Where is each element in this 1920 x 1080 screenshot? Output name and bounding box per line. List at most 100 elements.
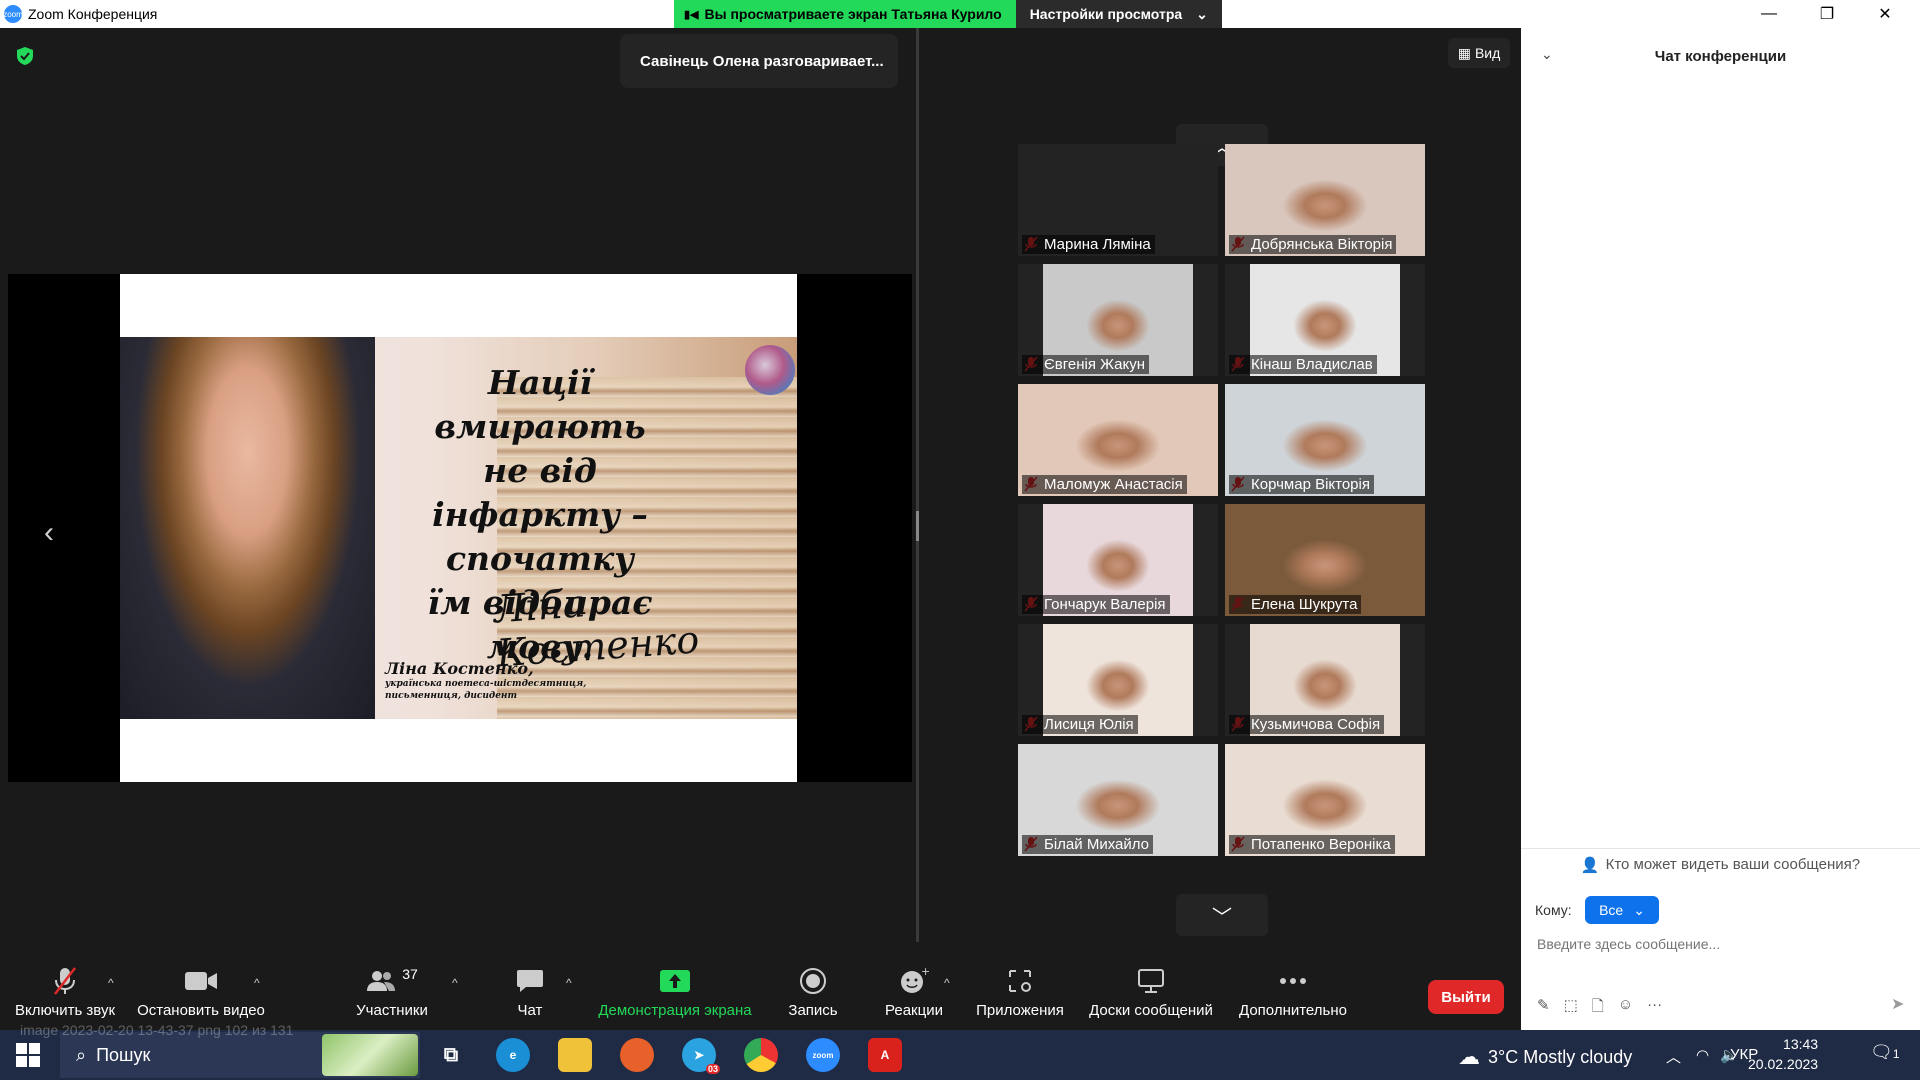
- chat-panel: Чат конференции ⌄ 👤 Кто может видеть ваш…: [1521, 28, 1920, 1030]
- tray-overflow-icon[interactable]: ︿: [1666, 1046, 1681, 1067]
- splitter-grip[interactable]: [916, 511, 919, 541]
- participant-name: Білай Михайло: [1022, 835, 1154, 854]
- participant-name: Гончарук Валерія: [1022, 595, 1170, 614]
- file-icon[interactable]: 🗋: [1592, 996, 1604, 1021]
- chat-bubble-icon: [517, 970, 543, 992]
- participant-name: Потапенко Вероніка: [1229, 835, 1395, 854]
- recipient-select[interactable]: Все ⌄: [1585, 896, 1659, 924]
- participant-name: Кузьмичова Софія: [1229, 715, 1385, 734]
- acrobat-icon[interactable]: A: [868, 1038, 902, 1072]
- share-screen-button[interactable]: Демонстрация экрана: [594, 966, 756, 1019]
- participants-count: 37: [402, 966, 418, 982]
- firefox-icon[interactable]: [620, 1038, 654, 1072]
- zoom-taskbar-icon[interactable]: zoom: [806, 1038, 840, 1072]
- more-icon[interactable]: ···: [1647, 996, 1662, 1021]
- who-can-see-link[interactable]: 👤 Кто может видеть ваши сообщения?: [1521, 848, 1920, 880]
- collapse-chevron-icon[interactable]: ⌄: [1541, 46, 1553, 63]
- window-title: Zoom Конференция: [28, 6, 158, 22]
- reactions-button[interactable]: + Реакции: [874, 966, 954, 1019]
- format-text-icon[interactable]: ✎: [1537, 996, 1550, 1021]
- close-button[interactable]: ✕: [1856, 0, 1914, 28]
- more-button[interactable]: Дополнительно: [1234, 966, 1352, 1019]
- meeting-toolbar: Включить звук ^ Остановить видео ^ 37 Уч…: [0, 942, 1521, 1030]
- grid-view-icon: ▦: [1457, 44, 1471, 61]
- participant-name: Маломуж Анастасія: [1022, 475, 1187, 494]
- apps-icon: [1009, 970, 1031, 992]
- scroll-down-button[interactable]: ﹀: [1176, 894, 1268, 936]
- weather-widget[interactable]: ☁ 3°C Mostly cloudy: [1458, 1044, 1632, 1070]
- participant-tile[interactable]: Гончарук Валерія: [1018, 504, 1218, 616]
- windows-start-icon[interactable]: [16, 1043, 40, 1067]
- view-settings-label: Настройки просмотра: [1029, 6, 1183, 22]
- participant-tile[interactable]: Лисиця Юлія: [1018, 624, 1218, 736]
- unmute-button[interactable]: Включить звук: [10, 966, 120, 1019]
- chevron-down-icon: ﹀: [1212, 906, 1232, 929]
- participant-name: Марина Ляміна: [1022, 235, 1155, 254]
- weather-text: 3°C Mostly cloudy: [1488, 1046, 1633, 1067]
- view-settings-button[interactable]: Настройки просмотра ⌄: [1015, 0, 1222, 28]
- chat-message-input[interactable]: [1537, 936, 1897, 952]
- whiteboards-button[interactable]: Доски сообщений: [1084, 966, 1218, 1019]
- record-icon: [800, 968, 826, 994]
- to-label: Кому:: [1535, 902, 1572, 918]
- audio-options-caret-icon[interactable]: ^: [108, 976, 114, 990]
- whiteboard-icon: [1138, 969, 1164, 993]
- view-button[interactable]: ▦ Вид: [1448, 38, 1510, 68]
- emoji-icon[interactable]: ☺: [1618, 996, 1633, 1021]
- chat-button[interactable]: Чат: [510, 966, 550, 1019]
- telegram-badge: 03: [705, 1064, 720, 1074]
- participant-name: Корчмар Вікторія: [1229, 475, 1374, 494]
- participants-button[interactable]: 37 Участники: [350, 966, 434, 1019]
- file-explorer-icon[interactable]: [558, 1038, 592, 1072]
- chat-title: Чат конференции: [1654, 47, 1787, 65]
- participant-tile[interactable]: Білай Михайло: [1018, 744, 1218, 856]
- apps-button[interactable]: Приложения: [972, 966, 1068, 1019]
- stop-video-button[interactable]: Остановить видео: [136, 966, 266, 1019]
- chrome-icon[interactable]: [744, 1038, 778, 1072]
- reactions-options-caret-icon[interactable]: ^: [944, 976, 950, 990]
- search-text: Пошук: [96, 1044, 151, 1065]
- wifi-icon[interactable]: ◠: [1696, 1046, 1709, 1064]
- taskbar-search[interactable]: ⌕ Пошук: [60, 1032, 420, 1078]
- notifications-icon[interactable]: 🗨1: [1870, 1042, 1900, 1063]
- presentation-slide: Нації вмирають не від інфаркту – спочатк…: [120, 274, 797, 782]
- chevron-down-icon: ⌄: [1633, 901, 1645, 918]
- participant-tile[interactable]: Кінаш Владислав: [1225, 264, 1425, 376]
- participant-tile[interactable]: Марина Ляміна: [1018, 144, 1218, 256]
- participant-tile[interactable]: Потапенко Вероніка: [1225, 744, 1425, 856]
- send-icon[interactable]: ➤: [1891, 994, 1904, 1014]
- record-button[interactable]: Запись: [782, 966, 844, 1019]
- system-clock[interactable]: 13:43 20.02.2023: [1748, 1034, 1818, 1074]
- video-options-caret-icon[interactable]: ^: [254, 976, 260, 990]
- participant-name: Лисиця Юлія: [1022, 715, 1138, 734]
- talking-indicator: Савінець Олена разговаривает...: [620, 34, 898, 88]
- participants-options-caret-icon[interactable]: ^: [452, 976, 458, 990]
- notifications-count: 1: [1892, 1047, 1900, 1061]
- restore-button[interactable]: ❐: [1798, 0, 1856, 28]
- svg-text:+: +: [921, 967, 929, 978]
- share-banner: ▮◀ Вы просматриваете экран Татьяна Курил…: [674, 0, 1222, 28]
- participant-tile[interactable]: Євгенія Жакун: [1018, 264, 1218, 376]
- shared-screen[interactable]: Нації вмирають не від інфаркту – спочатк…: [8, 274, 912, 782]
- leave-button[interactable]: Выйти: [1428, 980, 1504, 1014]
- previous-page-arrow-icon[interactable]: ‹: [44, 516, 54, 550]
- participant-tile[interactable]: Корчмар Вікторія: [1225, 384, 1425, 496]
- participant-tile[interactable]: Маломуж Анастасія: [1018, 384, 1218, 496]
- more-dots-icon: [1280, 978, 1306, 984]
- cloudy-weather-icon: ☁: [1458, 1044, 1480, 1069]
- participant-tile[interactable]: Добрянська Вікторія: [1225, 144, 1425, 256]
- telegram-icon[interactable]: ➤ 03: [682, 1038, 720, 1074]
- edge-icon[interactable]: e: [496, 1038, 530, 1072]
- share-status-icon: ▮◀: [684, 8, 699, 21]
- participant-tile[interactable]: Кузьмичова Софія: [1225, 624, 1425, 736]
- chat-options-caret-icon[interactable]: ^: [566, 976, 572, 990]
- task-view-icon[interactable]: ⧉: [434, 1038, 468, 1072]
- participant-tile[interactable]: Елена Шукрута: [1225, 504, 1425, 616]
- screenshot-icon[interactable]: ⬚: [1564, 996, 1578, 1021]
- participant-name: Елена Шукрута: [1229, 595, 1362, 614]
- minimize-button[interactable]: —: [1740, 0, 1798, 28]
- security-shield-icon[interactable]: [16, 46, 34, 66]
- who-can-see-text: Кто может видеть ваши сообщения?: [1605, 856, 1861, 873]
- splitter[interactable]: [916, 28, 919, 970]
- chat-tools: ✎ ⬚ 🗋 ☺ ···: [1537, 996, 1662, 1021]
